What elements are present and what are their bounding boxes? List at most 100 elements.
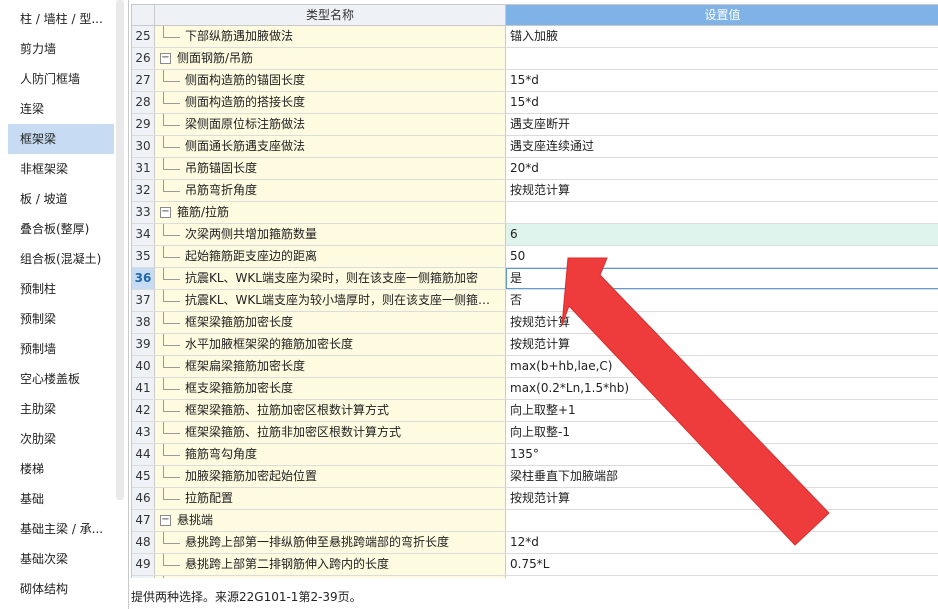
setting-value-cell[interactable]: [506, 48, 938, 69]
type-name-cell[interactable]: 框架扁梁箍筋加密长度: [155, 356, 506, 377]
setting-value-cell[interactable]: 15*d: [506, 92, 938, 113]
sidebar-item[interactable]: 楼梯: [8, 454, 114, 484]
setting-value-cell[interactable]: 否: [506, 290, 938, 311]
type-name-cell[interactable]: − 侧面钢筋/吊筋: [155, 48, 506, 69]
table-row[interactable]: 32 吊筋弯折角度 按规范计算: [132, 180, 938, 202]
sidebar-item[interactable]: 基础次梁: [8, 544, 114, 574]
table-row[interactable]: 25 下部纵筋遇加腋做法 锚入加腋: [132, 26, 938, 48]
sidebar-item[interactable]: 砌体结构: [8, 574, 114, 604]
setting-value-cell[interactable]: 135°: [506, 444, 938, 465]
group-row[interactable]: 47− 悬挑端: [132, 510, 938, 532]
type-name-cell[interactable]: 抗震KL、WKL端支座为较小墙厚时，则在该支座一侧箍筋...: [155, 290, 506, 311]
setting-value-cell[interactable]: 梁柱垂直下加腋端部: [506, 466, 938, 487]
setting-value-cell[interactable]: 0.75*L: [506, 554, 938, 575]
type-name-cell[interactable]: 起始箍筋距支座边的距离: [155, 246, 506, 267]
sidebar-item[interactable]: 主肋梁: [8, 394, 114, 424]
sidebar-item[interactable]: 基础: [8, 484, 114, 514]
table-row[interactable]: 39 水平加腋框架梁的箍筋加密长度 按规范计算: [132, 334, 938, 356]
type-name-cell[interactable]: 框支梁箍筋加密长度: [155, 378, 506, 399]
type-name-cell[interactable]: 梁侧面原位标注筋做法: [155, 114, 506, 135]
sidebar-item[interactable]: 框架梁: [8, 124, 114, 154]
table-row[interactable]: 43 框架梁箍筋、拉筋非加密区根数计算方式 向上取整-1: [132, 422, 938, 444]
table-row[interactable]: 27 侧面构造筋的锚固长度 15*d: [132, 70, 938, 92]
setting-value-cell[interactable]: 按规范计算: [506, 488, 938, 509]
setting-value-cell[interactable]: 按规范计算: [506, 334, 938, 355]
table-row[interactable]: 44 箍筋弯勾角度 135°: [132, 444, 938, 466]
table-row[interactable]: 37 抗震KL、WKL端支座为较小墙厚时，则在该支座一侧箍筋... 否: [132, 290, 938, 312]
setting-value-cell[interactable]: 20*d: [506, 158, 938, 179]
type-name-cell[interactable]: 框架梁箍筋加密长度: [155, 312, 506, 333]
collapse-minus-icon[interactable]: −: [160, 515, 171, 526]
type-name-cell[interactable]: 侧面通长筋遇支座做法: [155, 136, 506, 157]
setting-value-cell[interactable]: 按规范计算: [506, 312, 938, 333]
table-row[interactable]: 46 拉筋配置 按规范计算: [132, 488, 938, 510]
setting-value-cell[interactable]: 是: [506, 268, 938, 289]
table-row[interactable]: 49 悬挑跨上部第二排钢筋伸入跨内的长度 0.75*L: [132, 554, 938, 576]
sidebar-item[interactable]: 板 / 坡道: [8, 184, 114, 214]
setting-value-cell[interactable]: max(0.2*Ln,1.5*hb): [506, 378, 938, 399]
setting-value-cell[interactable]: [506, 510, 938, 531]
type-name-cell[interactable]: 侧面构造筋的搭接长度: [155, 92, 506, 113]
type-name-cell[interactable]: 下部纵筋遇加腋做法: [155, 26, 506, 47]
table-row[interactable]: 31 吊筋锚固长度 20*d: [132, 158, 938, 180]
type-name-cell[interactable]: 框架梁箍筋、拉筋加密区根数计算方式: [155, 400, 506, 421]
sidebar-item[interactable]: 预制梁: [8, 304, 114, 334]
collapse-minus-icon[interactable]: −: [160, 207, 171, 218]
table-row[interactable]: 36 抗震KL、WKL端支座为梁时，则在该支座一侧箍筋加密 是: [132, 268, 938, 290]
sidebar-item[interactable]: 人防门框墙: [8, 64, 114, 94]
sidebar-item[interactable]: 预制墙: [8, 334, 114, 364]
type-name-cell[interactable]: 箍筋弯勾角度: [155, 444, 506, 465]
group-row[interactable]: 33− 箍筋/拉筋: [132, 202, 938, 224]
table-row[interactable]: 30 侧面通长筋遇支座做法 遇支座连续通过: [132, 136, 938, 158]
sidebar-item[interactable]: 组合板(混凝土): [8, 244, 114, 274]
sidebar-scrollbar[interactable]: [116, 0, 124, 500]
type-name-cell[interactable]: 框架梁箍筋、拉筋非加密区根数计算方式: [155, 422, 506, 443]
collapse-minus-icon[interactable]: −: [160, 53, 171, 64]
setting-value-cell[interactable]: 锚入加腋: [506, 26, 938, 47]
type-name-cell[interactable]: 吊筋弯折角度: [155, 180, 506, 201]
type-name-cell[interactable]: − 悬挑端: [155, 510, 506, 531]
type-name-cell[interactable]: 悬挑跨下部钢筋锚入支座的长度: [155, 576, 506, 578]
setting-value-cell[interactable]: max(b+hb,lae,C): [506, 356, 938, 377]
sidebar-item[interactable]: 预制柱: [8, 274, 114, 304]
type-name-cell[interactable]: 悬挑跨上部第一排纵筋伸至悬挑跨端部的弯折长度: [155, 532, 506, 553]
setting-value-cell[interactable]: 6: [506, 224, 938, 245]
table-row[interactable]: 40 框架扁梁箍筋加密长度 max(b+hb,lae,C): [132, 356, 938, 378]
sidebar-item[interactable]: 空心楼盖板: [8, 364, 114, 394]
table-row[interactable]: 29 梁侧面原位标注筋做法 遇支座断开: [132, 114, 938, 136]
setting-value-cell[interactable]: 50: [506, 246, 938, 267]
setting-value-cell[interactable]: 15*d: [506, 70, 938, 91]
setting-value-cell[interactable]: 向上取整-1: [506, 422, 938, 443]
table-row[interactable]: 35 起始箍筋距支座边的距离 50: [132, 246, 938, 268]
setting-value-cell[interactable]: 12*d: [506, 532, 938, 553]
type-name-cell[interactable]: 水平加腋框架梁的箍筋加密长度: [155, 334, 506, 355]
setting-value-cell[interactable]: 按规范计算: [506, 180, 938, 201]
table-row[interactable]: 45 加腋梁箍筋加密起始位置 梁柱垂直下加腋端部: [132, 466, 938, 488]
sidebar-item[interactable]: 次肋梁: [8, 424, 114, 454]
group-row[interactable]: 26− 侧面钢筋/吊筋: [132, 48, 938, 70]
type-name-cell[interactable]: 侧面构造筋的锚固长度: [155, 70, 506, 91]
sidebar-item[interactable]: 连梁: [8, 94, 114, 124]
setting-value-cell[interactable]: 遇支座断开: [506, 114, 938, 135]
type-name-cell[interactable]: 吊筋锚固长度: [155, 158, 506, 179]
setting-value-cell[interactable]: 按规范计算: [506, 576, 938, 578]
setting-value-cell[interactable]: [506, 202, 938, 223]
sidebar-item[interactable]: 叠合板(整厚): [8, 214, 114, 244]
setting-value-cell[interactable]: 遇支座连续通过: [506, 136, 938, 157]
sidebar-item[interactable]: 基础主梁 / 承...: [8, 514, 114, 544]
type-name-cell[interactable]: 次梁两侧共增加箍筋数量: [155, 224, 506, 245]
type-name-cell[interactable]: 抗震KL、WKL端支座为梁时，则在该支座一侧箍筋加密: [155, 268, 506, 289]
sidebar-item[interactable]: 剪力墙: [8, 34, 114, 64]
setting-value-cell[interactable]: 向上取整+1: [506, 400, 938, 421]
table-row[interactable]: 28 侧面构造筋的搭接长度 15*d: [132, 92, 938, 114]
table-row[interactable]: 34 次梁两侧共增加箍筋数量 6: [132, 224, 938, 246]
type-name-cell[interactable]: 拉筋配置: [155, 488, 506, 509]
type-name-cell[interactable]: − 箍筋/拉筋: [155, 202, 506, 223]
table-row[interactable]: 38 框架梁箍筋加密长度 按规范计算: [132, 312, 938, 334]
type-name-cell[interactable]: 悬挑跨上部第二排钢筋伸入跨内的长度: [155, 554, 506, 575]
type-name-cell[interactable]: 加腋梁箍筋加密起始位置: [155, 466, 506, 487]
table-row[interactable]: 48 悬挑跨上部第一排纵筋伸至悬挑跨端部的弯折长度 12*d: [132, 532, 938, 554]
table-row[interactable]: 50 悬挑跨下部钢筋锚入支座的长度 按规范计算: [132, 576, 938, 578]
table-row[interactable]: 41 框支梁箍筋加密长度 max(0.2*Ln,1.5*hb): [132, 378, 938, 400]
sidebar-item[interactable]: 柱 / 墙柱 / 型...: [8, 4, 114, 34]
